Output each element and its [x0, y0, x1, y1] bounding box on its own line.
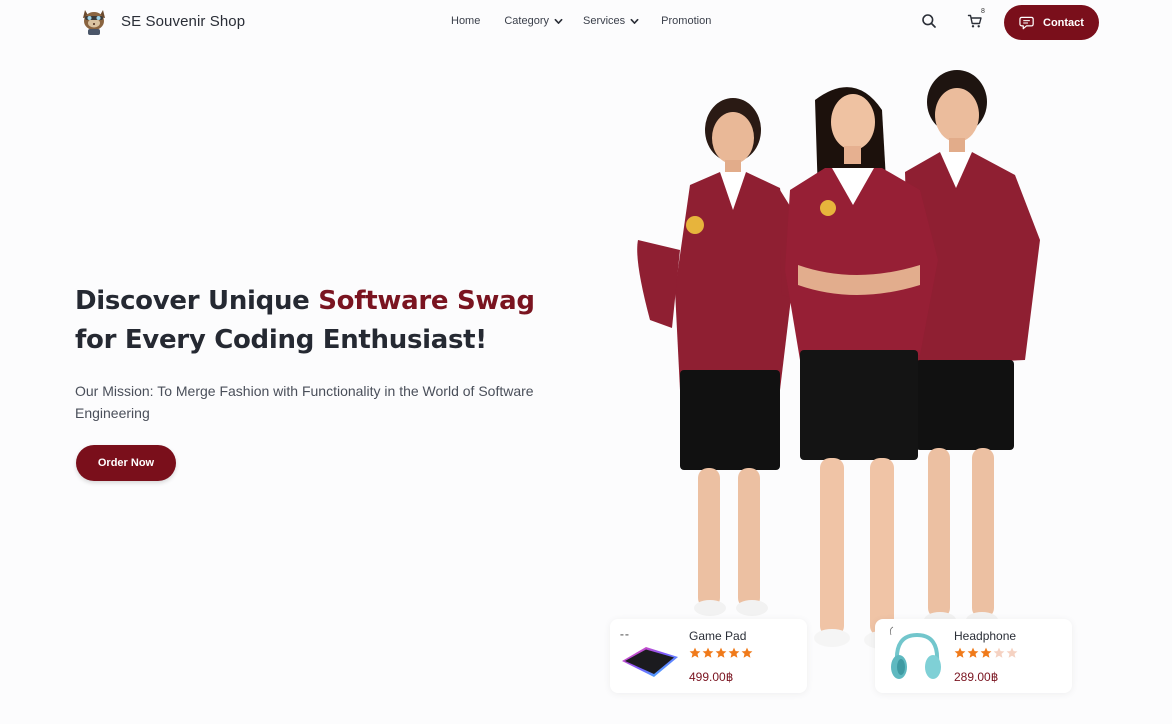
nav-home-label: Home [451, 15, 481, 27]
mission-statement: Our Mission: To Merge Fashion with Funct… [75, 383, 534, 421]
brand-name: SE Souvenir Shop [121, 12, 246, 30]
search-icon[interactable] [921, 13, 937, 29]
product-price: 499.00฿ [689, 670, 734, 684]
star-filled-icon [689, 647, 701, 658]
brand[interactable]: SE Souvenir Shop [79, 6, 245, 36]
nav-category[interactable]: Category [504, 15, 563, 27]
product-name: Game Pad [689, 629, 747, 643]
top-navbar: SE Souvenir Shop Home Category Services … [0, 0, 1172, 44]
order-now-button[interactable]: Order Now [76, 445, 176, 481]
star-filled-icon [715, 647, 727, 658]
star-filled-icon [967, 647, 979, 658]
hero-headline: Discover Unique Software Swag for Every … [75, 282, 545, 360]
contact-button[interactable]: Contact [1004, 5, 1099, 40]
star-filled-icon [741, 647, 753, 658]
student-left [637, 98, 808, 616]
rating-stars [689, 647, 753, 659]
student-right [905, 70, 1040, 628]
star-empty-icon [1006, 647, 1018, 658]
star-filled-icon [702, 647, 714, 658]
star-filled-icon [728, 647, 740, 658]
cart-icon[interactable] [967, 13, 983, 29]
chat-bubble-icon [1019, 16, 1034, 29]
nav-services[interactable]: Services [583, 15, 639, 27]
headline-accent: Software Swag [318, 286, 535, 316]
chevron-down-icon [554, 18, 563, 24]
nav-category-label: Category [504, 15, 549, 27]
product-name: Headphone [954, 629, 1017, 643]
nav-promotion-label: Promotion [661, 15, 712, 27]
svg-text:▬ ▬: ▬ ▬ [620, 632, 629, 637]
contact-label: Contact [1043, 16, 1084, 29]
nav-services-label: Services [582, 15, 626, 27]
star-empty-icon [993, 647, 1005, 658]
star-filled-icon [980, 647, 992, 658]
rating-stars [954, 647, 1018, 659]
cart-count-badge: 8 [981, 8, 985, 15]
product-card-headphone[interactable]: Headphone 289.00฿ [875, 619, 1072, 693]
headline-part2: for Every Coding Enthusiast! [75, 325, 487, 355]
order-now-label: Order Now [97, 457, 155, 469]
headphone-image [883, 625, 949, 685]
nav-promotion[interactable]: Promotion [661, 15, 711, 27]
main-menu: Home Category Services Promotion [451, 15, 711, 27]
hero-image-students [620, 60, 1060, 660]
product-price: 289.00฿ [954, 670, 999, 684]
product-card-game-pad[interactable]: ▬ ▬ Game Pad 499.00฿ [610, 619, 807, 693]
cat-mascot-logo [79, 6, 109, 36]
star-filled-icon [954, 647, 966, 658]
game-pad-image: ▬ ▬ [618, 625, 684, 685]
chevron-down-icon [630, 18, 639, 24]
headline-part1: Discover Unique [75, 286, 319, 316]
nav-home[interactable]: Home [451, 15, 480, 27]
